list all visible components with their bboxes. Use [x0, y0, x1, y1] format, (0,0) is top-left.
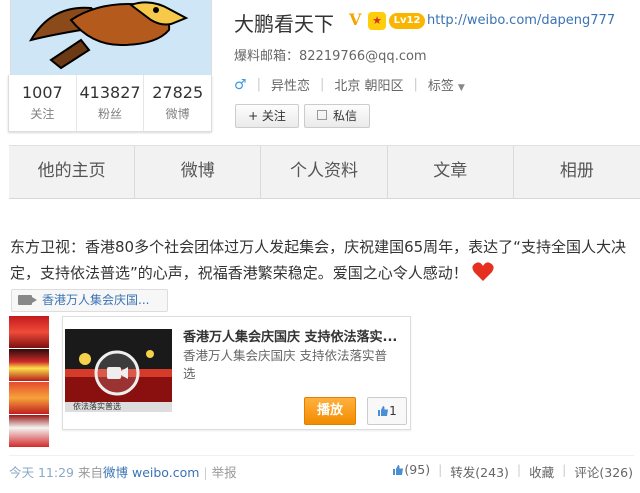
tab-articles[interactable]: 文章 [388, 146, 514, 198]
male-gender-icon: ♂ [234, 76, 247, 93]
tags-dropdown[interactable]: 标签 ▼ [428, 75, 465, 94]
thumbnail-caption: 依法落实普选 [73, 402, 121, 411]
message-button[interactable]: 私信 [304, 104, 370, 128]
video-link[interactable]: 香港万人集会庆国... [11, 289, 168, 312]
thumbnail-frame [9, 415, 49, 447]
like-button[interactable]: (95) [392, 462, 430, 481]
tab-profile[interactable]: 个人资料 [261, 146, 388, 198]
post-body: 东方卫视：香港80多个社会团体过万人发起集会，庆祝建国65周年，表达了“支持全国… [10, 234, 630, 286]
divider: | [256, 77, 261, 92]
thumbnail-frame [9, 349, 49, 381]
divider: | [438, 462, 443, 477]
video-card[interactable]: 依法落实普选 香港万人集会庆国庆 支持依法落实... 香港万人集会庆国庆 支持依… [62, 316, 411, 430]
profile-name: 大鹏看天下 [234, 12, 334, 36]
stat-posts-count: 27825 [152, 83, 204, 102]
follow-button[interactable]: + 关注 [235, 104, 299, 128]
play-video-icon[interactable] [93, 349, 141, 397]
envelope-icon [316, 110, 327, 120]
play-button[interactable]: 播放 [304, 397, 356, 425]
message-label: 私信 [332, 109, 357, 123]
divider [9, 455, 634, 456]
tab-home[interactable]: 他的主页 [9, 146, 136, 198]
avatar[interactable] [10, 0, 212, 75]
post-actions: (95) | 转发(243) | 收藏 | 评论(326) [392, 462, 633, 481]
tab-weibo[interactable]: 微博 [135, 146, 262, 198]
stat-following-label: 关注 [30, 107, 55, 121]
thumbs-up-icon [378, 406, 389, 416]
location-text: 北京 朝阳区 [334, 79, 404, 94]
thumbnail-frame [9, 316, 49, 348]
comment-button[interactable]: 评论(326) [574, 462, 633, 481]
divider: | [516, 462, 522, 477]
level-badge[interactable]: Lv12 [389, 13, 425, 29]
post-meta: 今天 11:29 来自微博 weibo.com | 举报 [9, 462, 237, 481]
video-like-count: 1 [389, 404, 397, 418]
source-prefix: 来自 [77, 465, 103, 480]
caret-down-icon: ▼ [457, 83, 465, 93]
report-link[interactable]: 举报 [212, 465, 237, 480]
like-count: (95) [404, 462, 431, 477]
profile-meta: ♂ | 异性恋 | 北京 朝阳区 | 标签 ▼ [234, 75, 465, 95]
orientation-text: 异性恋 [270, 79, 310, 94]
source-link[interactable]: 微博 weibo.com [103, 465, 199, 480]
tags-label: 标签 [427, 79, 454, 94]
heart-icon [472, 262, 494, 281]
video-title[interactable]: 香港万人集会庆国庆 支持依法落实... [183, 326, 403, 345]
stat-following-count: 1007 [21, 83, 63, 102]
video-camera-icon [18, 295, 37, 305]
divider: | [203, 465, 208, 480]
repost-button[interactable]: 转发(243) [450, 462, 509, 481]
post-text: 东方卫视：香港80多个社会团体过万人发起集会，庆祝建国65周年，表达了“支持全国… [10, 238, 626, 282]
favorite-button[interactable]: 收藏 [529, 462, 554, 481]
daren-badge-icon[interactable]: ★ [368, 12, 386, 30]
stat-followers[interactable]: 413827 粉丝 [77, 75, 145, 131]
tab-album[interactable]: 相册 [514, 146, 640, 198]
stat-followers-label: 粉丝 [98, 107, 123, 121]
video-like-button[interactable]: 1 [367, 397, 407, 425]
thumbnail-frame [9, 382, 49, 414]
email-value: 82219766@qq.com [299, 49, 427, 64]
video-thumbnail-strip[interactable] [9, 316, 49, 448]
divider: | [413, 77, 418, 92]
email-label: 爆料邮箱： [234, 49, 300, 64]
profile-nav: 他的主页 微博 个人资料 文章 相册 [9, 145, 640, 199]
stat-following[interactable]: 1007 关注 [9, 75, 77, 131]
profile-stats: 1007 关注 413827 粉丝 27825 微博 [8, 75, 212, 132]
video-link-text: 香港万人集会庆国... [42, 293, 150, 307]
divider: | [319, 77, 325, 92]
profile-url-link[interactable]: http://weibo.com/dapeng777 [427, 13, 615, 28]
verified-v-icon[interactable]: V [349, 12, 365, 28]
stat-followers-count: 413827 [79, 83, 141, 102]
tip-email: 爆料邮箱：82219766@qq.com [234, 45, 427, 64]
eagle-avatar-image [11, 0, 211, 75]
stat-posts-label: 微博 [165, 107, 190, 121]
video-thumbnail[interactable]: 依法落实普选 [65, 329, 172, 412]
divider: | [562, 462, 567, 477]
stat-posts[interactable]: 27825 微博 [144, 75, 211, 131]
thumbs-up-icon [393, 465, 404, 475]
video-description: 香港万人集会庆国庆 支持依法落实普选 [183, 348, 387, 381]
post-time-link[interactable]: 今天 11:29 [9, 465, 74, 480]
